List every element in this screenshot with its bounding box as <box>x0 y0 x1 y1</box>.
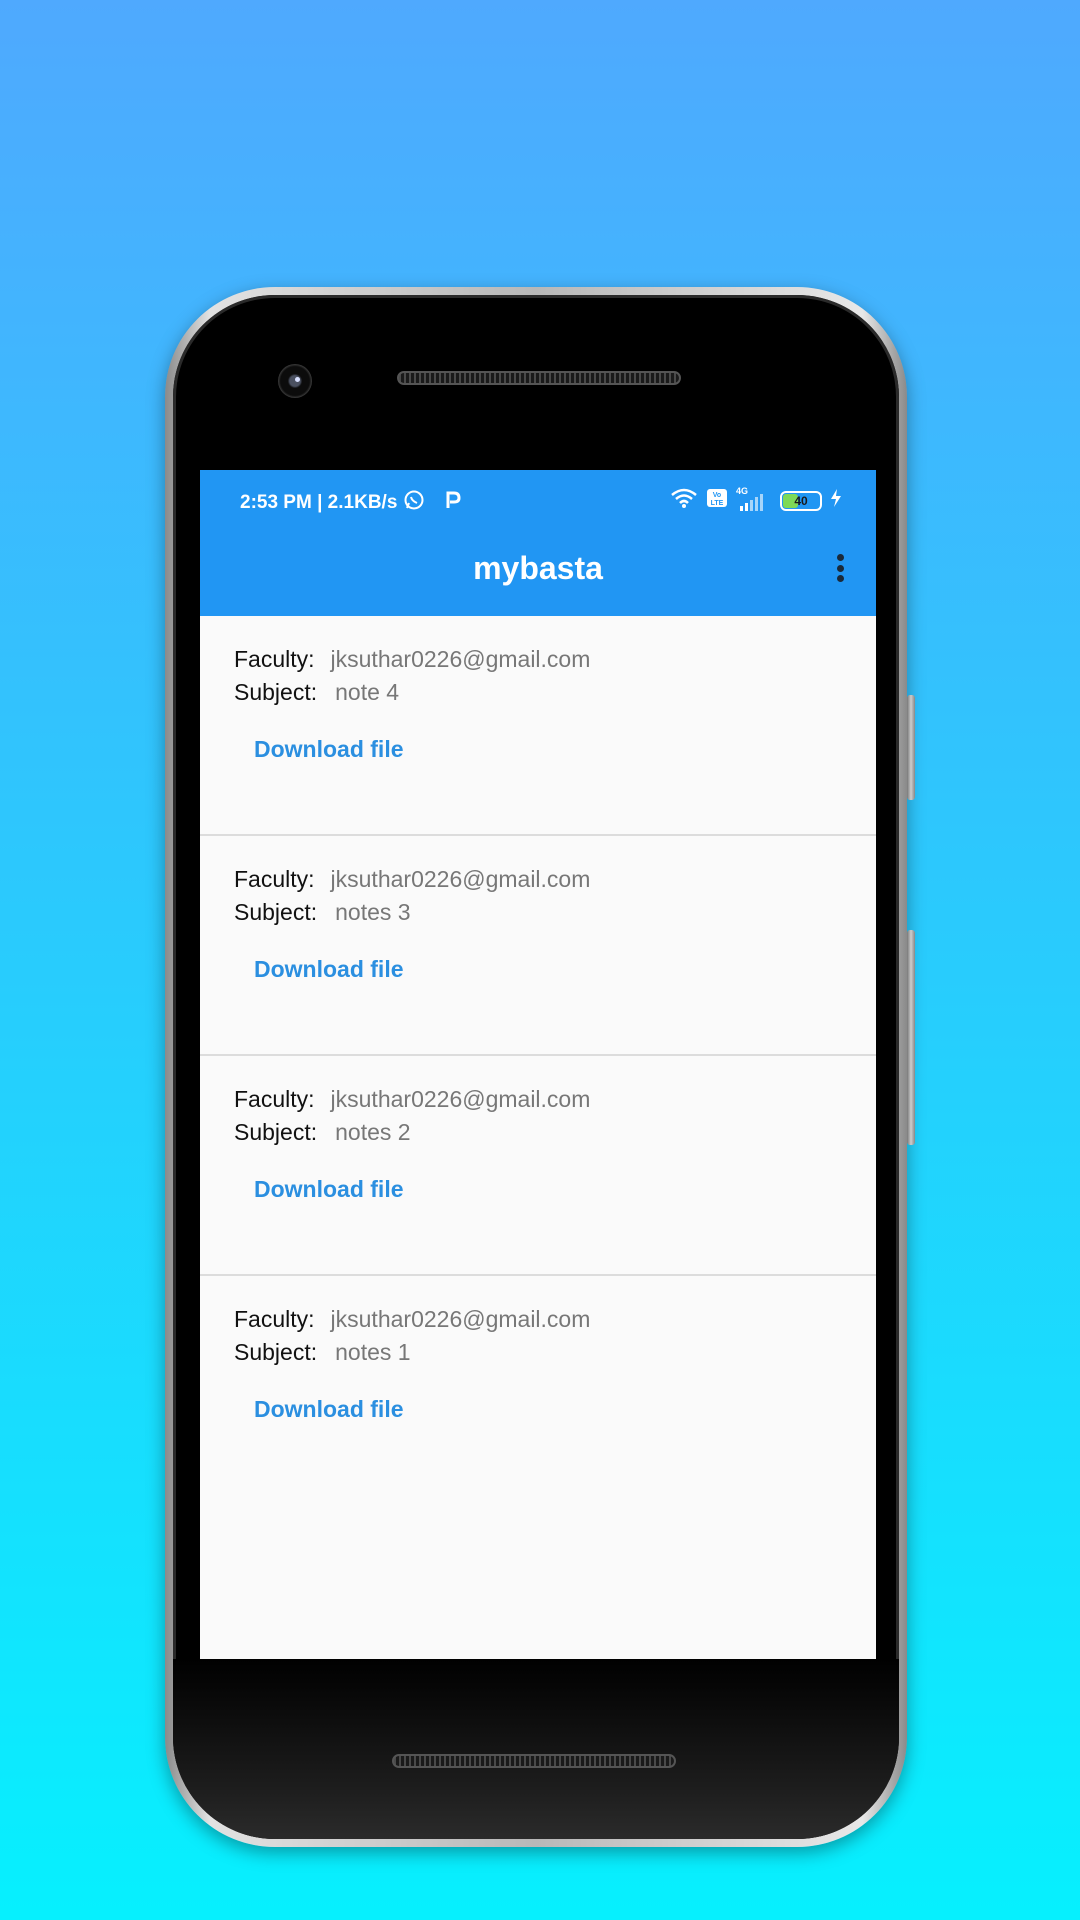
status-time: 2:53 PM | 2.1KB/s <box>240 492 398 513</box>
faculty-email: jksuthar0226@gmail.com <box>330 1086 591 1112</box>
app-bar: mybasta <box>200 530 876 616</box>
faculty-label: Faculty: <box>234 1306 315 1332</box>
whatsapp-icon <box>403 489 425 517</box>
faculty-label: Faculty: <box>234 646 315 672</box>
faculty-label: Faculty: <box>234 1086 315 1112</box>
status-bar: 2:53 PM | 2.1KB/s Vo LTE 4G 40 <box>200 470 876 530</box>
faculty-email: jksuthar0226@gmail.com <box>330 646 591 672</box>
subject-value: notes 2 <box>335 1119 411 1145</box>
subject-row: Subject: note 4 <box>234 679 399 706</box>
note-item: Faculty: jksuthar0226@gmail.com Subject: n… <box>200 836 876 1056</box>
status-left: 2:53 PM | 2.1KB/s <box>240 489 461 517</box>
note-item: Faculty: jksuthar0226@gmail.com Subject: n… <box>200 616 876 836</box>
faculty-email: jksuthar0226@gmail.com <box>330 1306 591 1332</box>
front-camera <box>278 364 312 398</box>
signal-icon: 4G <box>736 486 772 512</box>
phone-chin <box>173 1659 899 1839</box>
bottom-speaker <box>392 1754 676 1768</box>
download-file-button[interactable]: Download file <box>254 736 404 763</box>
subject-row: Subject: notes 3 <box>234 899 411 926</box>
subject-label: Subject: <box>234 899 318 925</box>
svg-text:LTE: LTE <box>711 500 724 507</box>
faculty-label: Faculty: <box>234 866 315 892</box>
wifi-icon <box>670 487 698 515</box>
download-file-button[interactable]: Download file <box>254 956 404 983</box>
paytm-icon <box>445 490 461 516</box>
subject-value: notes 3 <box>335 899 411 925</box>
subject-value: notes 1 <box>335 1339 411 1365</box>
faculty-row: Faculty: jksuthar0226@gmail.com <box>234 1306 590 1333</box>
subject-label: Subject: <box>234 1119 318 1145</box>
note-item: Faculty: jksuthar0226@gmail.com Subject: n… <box>200 1056 876 1276</box>
more-vert-icon[interactable] <box>834 548 846 588</box>
note-item: Faculty: jksuthar0226@gmail.com Subject: n… <box>200 1276 876 1496</box>
download-file-button[interactable]: Download file <box>254 1396 404 1423</box>
faculty-email: jksuthar0226@gmail.com <box>330 866 591 892</box>
volume-button <box>907 695 915 800</box>
faculty-row: Faculty: jksuthar0226@gmail.com <box>234 866 590 893</box>
download-file-button[interactable]: Download file <box>254 1176 404 1203</box>
earpiece-speaker <box>397 371 681 385</box>
subject-label: Subject: <box>234 679 318 705</box>
status-right: Vo LTE 4G 40 <box>670 486 842 515</box>
app-screen: 2:53 PM | 2.1KB/s Vo LTE 4G 40 mybasta F… <box>200 470 876 1659</box>
battery-level: 40 <box>794 494 808 508</box>
subject-row: Subject: notes 1 <box>234 1339 411 1366</box>
subject-label: Subject: <box>234 1339 318 1365</box>
power-button <box>907 930 915 1145</box>
svg-text:Vo: Vo <box>713 492 721 499</box>
subject-value: note 4 <box>335 679 400 705</box>
app-title: mybasta <box>473 550 603 586</box>
volte-icon: Vo LTE <box>706 488 728 514</box>
battery-icon: 40 <box>780 491 822 511</box>
notes-list: Faculty: jksuthar0226@gmail.com Subject: n… <box>200 616 876 1496</box>
faculty-row: Faculty: jksuthar0226@gmail.com <box>234 1086 590 1113</box>
charging-icon <box>830 488 842 514</box>
subject-row: Subject: notes 2 <box>234 1119 411 1146</box>
faculty-row: Faculty: jksuthar0226@gmail.com <box>234 646 590 673</box>
